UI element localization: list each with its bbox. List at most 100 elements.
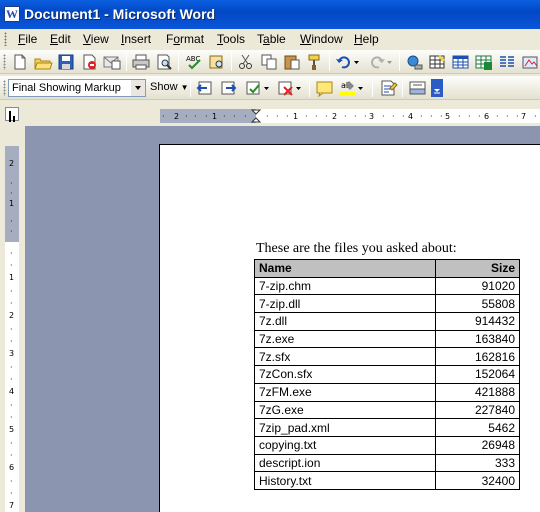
svg-text:·: · [194, 112, 197, 121]
tab-selector-icon[interactable] [5, 107, 19, 121]
word-app-icon[interactable]: W [4, 6, 20, 22]
column-header-name[interactable]: Name [254, 259, 436, 278]
highlight-icon[interactable]: ab [338, 79, 358, 97]
file-name-cell[interactable]: 7zip_pad.xml [254, 418, 436, 437]
file-name-cell[interactable]: 7z.exe [254, 329, 436, 349]
menu-view[interactable]: View [83, 32, 109, 46]
files-table[interactable]: Name Size 7-zip.chm 91020 7-zip.dll 55808 7z… [254, 259, 520, 490]
menu-table[interactable]: Table [257, 32, 286, 46]
undo-icon[interactable] [334, 53, 354, 71]
permission-icon[interactable] [79, 53, 99, 71]
svg-text:·: · [10, 261, 13, 270]
svg-text:6: 6 [484, 112, 489, 121]
redo-dropdown-icon[interactable] [386, 53, 394, 71]
save-icon[interactable] [56, 53, 76, 71]
horizontal-ruler[interactable]: · 2 · · · 1 · · · · · · 1 · · · 2 · · · … [160, 109, 540, 123]
reject-change-icon[interactable] [276, 79, 296, 97]
ruler-bar: · 2 · · · 1 · · · · · · 1 · · · 2 · · · … [0, 104, 540, 126]
file-size-cell[interactable]: 32400 [435, 471, 520, 490]
svg-text:·: · [10, 325, 13, 334]
insert-excel-icon[interactable] [474, 53, 494, 71]
insert-table-icon[interactable] [451, 53, 471, 71]
toolbar-grip[interactable] [3, 80, 6, 96]
document-workspace: These are the files you asked about: Nam… [25, 126, 540, 512]
accept-change-icon[interactable] [244, 79, 264, 97]
window-title: Document1 - Microsoft Word [24, 6, 216, 22]
file-size-cell[interactable]: 55808 [435, 294, 520, 314]
undo-dropdown-icon[interactable] [353, 53, 361, 71]
svg-text:·: · [534, 112, 537, 121]
file-size-cell[interactable]: 91020 [435, 276, 520, 296]
display-for-review-select[interactable]: Final Showing Markup [8, 79, 146, 97]
paste-icon[interactable] [282, 53, 302, 71]
insert-hyperlink-icon[interactable] [405, 53, 425, 71]
file-name-cell[interactable]: 7zG.exe [254, 400, 436, 420]
columns-icon[interactable] [497, 53, 517, 71]
file-name-cell[interactable]: copying.txt [254, 435, 436, 455]
print-preview-icon[interactable] [154, 53, 174, 71]
highlight-dropdown-icon[interactable] [357, 79, 365, 97]
file-size-cell[interactable]: 26948 [435, 435, 520, 455]
file-size-cell[interactable]: 162816 [435, 347, 520, 367]
menu-window[interactable]: Window [300, 32, 343, 46]
file-size-cell[interactable]: 163840 [435, 329, 520, 349]
reject-dropdown-icon[interactable] [295, 79, 303, 97]
file-size-cell[interactable]: 5462 [435, 418, 520, 437]
menu-file[interactable]: File [18, 32, 37, 46]
file-name-cell[interactable]: 7zCon.sfx [254, 365, 436, 384]
menu-insert[interactable]: Insert [121, 32, 151, 46]
svg-text:6: 6 [9, 463, 14, 472]
previous-change-icon[interactable] [195, 79, 215, 97]
redo-icon[interactable] [367, 53, 387, 71]
svg-text:1: 1 [293, 112, 298, 121]
file-size-cell[interactable]: 227840 [435, 400, 520, 420]
column-header-size[interactable]: Size [435, 259, 520, 278]
menu-bar: File Edit View Insert Format Tools Table… [0, 29, 540, 49]
next-change-icon[interactable] [218, 79, 238, 97]
cut-icon[interactable] [236, 53, 256, 71]
file-name-cell[interactable]: 7-zip.dll [254, 294, 436, 314]
svg-text:5: 5 [9, 425, 14, 434]
file-size-cell[interactable]: 914432 [435, 312, 520, 331]
menu-format[interactable]: Format [166, 32, 204, 46]
open-folder-icon[interactable] [33, 53, 53, 71]
drawing-icon[interactable] [520, 53, 540, 71]
toolbar-options-icon[interactable] [431, 79, 443, 97]
svg-text:2: 2 [9, 159, 14, 168]
accept-dropdown-icon[interactable] [263, 79, 271, 97]
file-name-cell[interactable]: History.txt [254, 471, 436, 490]
file-name-cell[interactable]: 7z.sfx [254, 347, 436, 367]
format-painter-icon[interactable] [305, 53, 325, 71]
track-changes-icon[interactable] [378, 79, 398, 97]
file-size-cell[interactable]: 333 [435, 453, 520, 473]
menu-edit[interactable]: Edit [50, 32, 71, 46]
document-page[interactable]: These are the files you asked about: Nam… [159, 144, 540, 512]
svg-text:·: · [325, 112, 328, 121]
menu-grip[interactable] [4, 32, 7, 46]
research-icon[interactable] [207, 53, 227, 71]
menu-help[interactable]: Help [354, 32, 379, 46]
title-bar[interactable]: W Document1 - Microsoft Word [0, 0, 540, 29]
chevron-down-icon[interactable] [131, 80, 145, 96]
show-menu-button[interactable]: Show ▼ [150, 81, 189, 93]
file-name-cell[interactable]: 7z.dll [254, 312, 436, 331]
table-row: 7z.dll 914432 [254, 312, 520, 331]
vertical-ruler[interactable]: 2 · · 1 · · · · 1 · · 2 · · 3 · · 4 · · … [5, 146, 19, 512]
table-row: 7-zip.chm 91020 [254, 276, 520, 296]
menu-tools[interactable]: Tools [217, 32, 245, 46]
toolbar-grip[interactable] [3, 54, 6, 70]
spelling-grammar-icon[interactable]: ABC [184, 53, 204, 71]
file-name-cell[interactable]: descript.ion [254, 453, 436, 473]
file-size-cell[interactable]: 421888 [435, 382, 520, 402]
new-document-icon[interactable] [10, 53, 30, 71]
copy-icon[interactable] [259, 53, 279, 71]
print-icon[interactable] [131, 53, 151, 71]
intro-paragraph[interactable]: These are the files you asked about: [256, 241, 457, 257]
file-name-cell[interactable]: 7zFM.exe [254, 382, 436, 402]
reviewing-pane-icon[interactable] [408, 79, 428, 97]
file-name-cell[interactable]: 7-zip.chm [254, 276, 436, 296]
insert-comment-icon[interactable] [315, 79, 335, 98]
email-icon[interactable] [102, 53, 122, 71]
tables-borders-icon[interactable] [428, 53, 448, 71]
file-size-cell[interactable]: 152064 [435, 365, 520, 384]
